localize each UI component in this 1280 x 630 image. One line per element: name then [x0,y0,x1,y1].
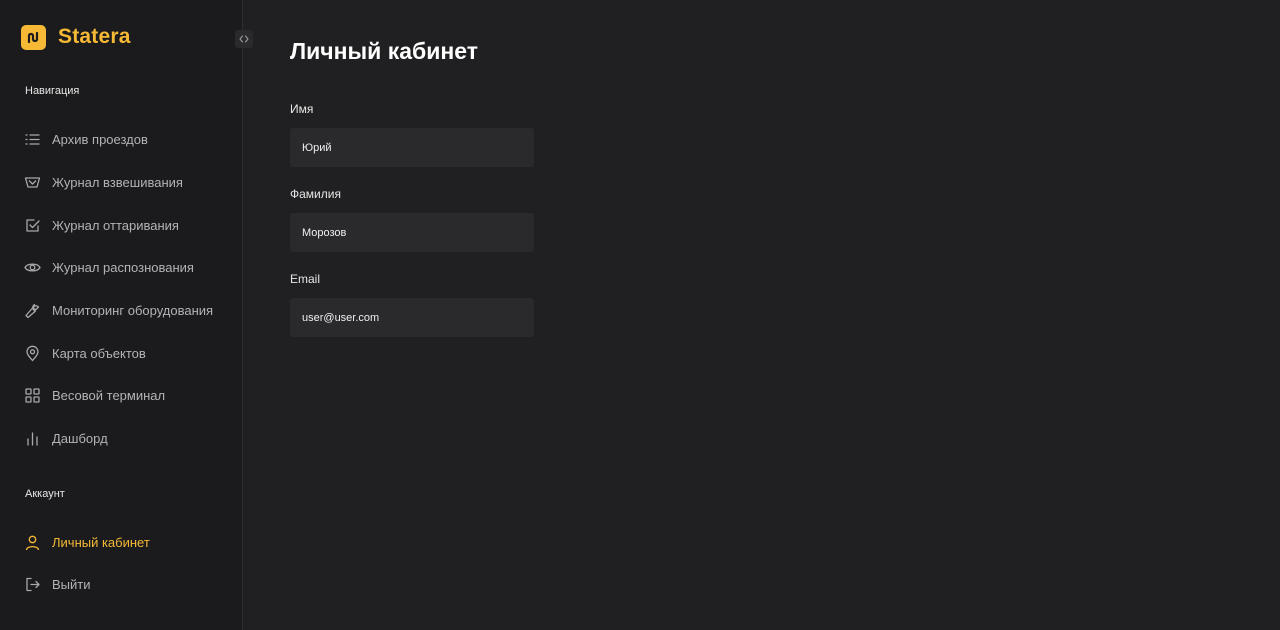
last-name-label: Фамилия [290,187,341,201]
nav-item-object-map[interactable]: Карта объектов [24,342,146,364]
checkbox-icon [24,217,41,234]
nav-item-logout[interactable]: Выйти [24,573,91,595]
chevrons-left-right-icon [239,30,249,48]
scale-icon [24,174,41,191]
bar-chart-icon [24,430,41,447]
email-label: Email [290,272,321,286]
nav-item-dashboard[interactable]: Дашборд [24,427,108,449]
sidebar-collapse-toggle[interactable] [235,30,253,48]
logo-icon [21,24,46,50]
nav-item-label: Журнал взвешивания [52,174,183,190]
nav-item-label: Личный кабинет [52,534,150,550]
last-name-field[interactable] [290,213,534,252]
nav-item-label: Архив проездов [52,131,148,147]
sidebar: Statera Навигация Архив проездов Журнал … [0,0,243,630]
nav-item-label: Журнал оттаривания [52,217,179,233]
nav-item-recognition-log[interactable]: Журнал распознования [24,256,194,278]
app-window: Statera Навигация Архив проездов Журнал … [0,0,1280,630]
user-icon [24,534,41,551]
nav-item-label: Выйти [52,576,91,592]
eye-icon [24,259,41,276]
nav-item-label: Мониторинг оборудования [52,302,214,318]
nav-item-trip-archive[interactable]: Архив проездов [24,128,148,150]
logout-icon [24,576,41,593]
list-icon [24,131,41,148]
nav-item-label: Журнал распознования [52,259,194,275]
first-name-field[interactable] [290,128,534,167]
email-field[interactable] [290,298,534,337]
nav-item-weighing-log[interactable]: Журнал взвешивания [24,171,183,193]
nav-item-taring-log[interactable]: Журнал оттаривания [24,214,179,236]
section-title-navigation: Навигация [25,85,80,97]
page-title: Личный кабинет [290,38,478,64]
nav-item-equipment-monitoring[interactable]: Мониторинг оборудования [24,299,213,321]
nav-item-label: Дашборд [52,430,108,446]
section-title-account: Аккаунт [25,488,65,500]
nav-item-label: Весовой терминал [52,387,166,403]
first-name-label: Имя [290,102,314,116]
grid-icon [24,387,41,404]
nav-item-weighing-terminal[interactable]: Весовой терминал [24,384,165,406]
brand-name: Statera [58,25,131,48]
brand[interactable]: Statera [21,24,131,50]
nav-item-personal-account[interactable]: Личный кабинет [24,531,150,553]
wrench-icon [24,302,41,319]
nav-item-label: Карта объектов [52,345,146,361]
map-pin-icon [24,345,41,362]
